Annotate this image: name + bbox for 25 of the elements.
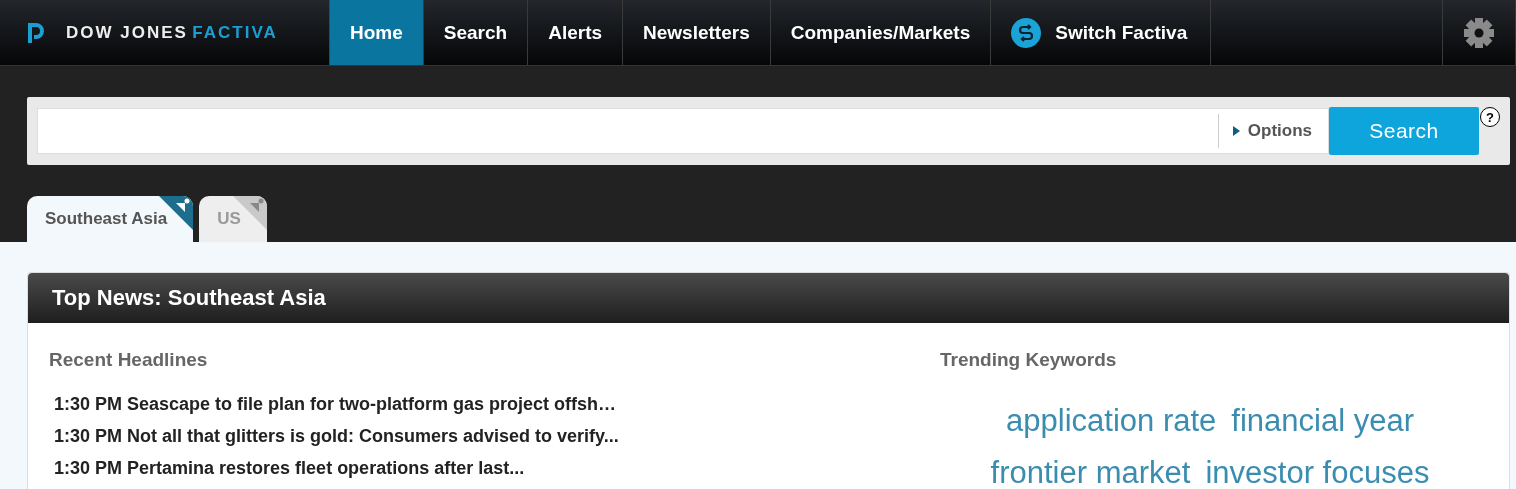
headline-time: 1:30 PM bbox=[54, 457, 123, 480]
section-title: Trending Keywords bbox=[940, 349, 1118, 371]
nav-tab[interactable]: Search bbox=[423, 0, 529, 65]
headline-link[interactable]: Seascape to file plan for two-platform gas project offsh… bbox=[127, 388, 617, 420]
nav-tab[interactable]: Newsletters bbox=[623, 0, 771, 65]
keyword-link[interactable]: financial year bbox=[1231, 395, 1414, 447]
headline-link[interactable]: Pertamina restores fleet operations after last... bbox=[127, 452, 525, 484]
nav-tab[interactable]: Home bbox=[330, 0, 424, 65]
card-title: Top News: Southeast Asia bbox=[28, 273, 1509, 323]
headline-time: 1:30 PM bbox=[54, 425, 123, 448]
nav-tab[interactable]: Switch Factiva bbox=[991, 0, 1212, 65]
keyword-link[interactable]: application rate bbox=[1006, 395, 1217, 447]
headline-link[interactable]: Not all that glitters is gold: Consumers advised to verify... bbox=[127, 420, 619, 452]
nav-tab[interactable]: Alerts bbox=[528, 0, 624, 65]
headline-time: 1:30 PM bbox=[54, 393, 123, 416]
keyword-link[interactable]: frontier market bbox=[990, 447, 1191, 489]
options-toggle[interactable]: Options bbox=[1217, 114, 1328, 148]
brand-name: DOW JONES bbox=[66, 22, 188, 42]
search-field[interactable]: Options bbox=[37, 108, 1329, 154]
keyword-link[interactable]: investor focuses bbox=[1205, 447, 1430, 489]
section-title: Recent Headlines bbox=[49, 349, 209, 371]
product-name: FACTIVA bbox=[192, 22, 278, 42]
region-tab[interactable]: Southeast Asia bbox=[27, 196, 194, 242]
nav-tab[interactable]: Companies/Markets bbox=[770, 0, 992, 65]
help-button[interactable]: ? bbox=[1480, 107, 1500, 127]
